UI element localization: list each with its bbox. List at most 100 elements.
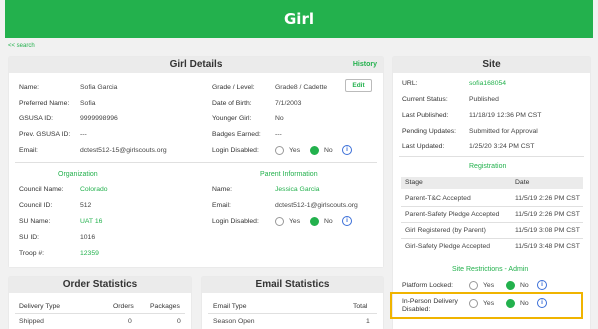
info-icon[interactable]: i — [537, 280, 547, 290]
parent-login-yes-label: Yes — [289, 218, 301, 225]
badges-value: --- — [275, 131, 282, 138]
parent-email-value: dctest512-1@girlscouts.org — [275, 202, 358, 209]
divider — [401, 222, 583, 223]
login-disabled-no-label: No — [324, 147, 333, 154]
council-name-label: Council Name: — [19, 186, 64, 193]
parent-login-disabled-label: Login Disabled: — [212, 218, 259, 225]
organization-title: Organization — [58, 171, 98, 178]
inperson-delivery-yes-radio[interactable] — [469, 299, 478, 308]
divider — [399, 156, 584, 157]
pending-updates-label: Pending Updates: — [402, 128, 457, 135]
table-row: 0 — [177, 318, 181, 325]
inperson-delivery-yes-label: Yes — [483, 300, 495, 307]
site-restrictions-title: Site Restrictions - Admin — [452, 266, 529, 273]
info-icon[interactable]: i — [342, 216, 352, 226]
email-value: dctest512-15@girlscouts.org — [80, 147, 167, 154]
su-id-value: 1016 — [80, 234, 96, 241]
pending-updates-value: Submitted for Approval — [469, 128, 538, 135]
council-id-value: 512 — [80, 202, 92, 209]
info-icon[interactable]: i — [342, 145, 352, 155]
site-title: Site — [393, 57, 590, 73]
site-url-link[interactable]: sofia168054 — [469, 80, 506, 87]
younger-girl-value: No — [275, 115, 284, 122]
table-row: 11/5/19 2:26 PM CST — [515, 211, 580, 218]
info-icon[interactable]: i — [537, 298, 547, 308]
col-total: Total — [353, 303, 368, 310]
divider — [208, 313, 377, 314]
troop-label: Troop #: — [19, 250, 45, 257]
preferred-name-label: Preferred Name: — [19, 100, 70, 107]
col-date: Date — [515, 179, 530, 186]
table-row: 0 — [128, 318, 132, 325]
preferred-name-value: Sofia — [80, 100, 96, 107]
order-stats-title: Order Statistics — [9, 277, 191, 293]
table-row: Parent-T&C Accepted — [405, 195, 471, 202]
divider — [15, 162, 377, 163]
parent-email-label: Email: — [212, 202, 231, 209]
col-stage: Stage — [405, 179, 423, 186]
girl-details-title: Girl Details — [9, 57, 383, 73]
page-title: Girl — [284, 10, 314, 28]
col-email-type: Email Type — [213, 303, 247, 310]
council-name-link[interactable]: Colorado — [80, 186, 108, 193]
troop-link[interactable]: 12359 — [80, 250, 99, 257]
login-disabled-label: Login Disabled: — [212, 147, 259, 154]
table-row: 11/5/19 2:26 PM CST — [515, 195, 580, 202]
platform-locked-no-radio[interactable] — [506, 281, 515, 290]
badges-label: Badges Earned: — [212, 131, 261, 138]
edit-button[interactable]: Edit — [345, 79, 372, 92]
dob-value: 7/1/2003 — [275, 100, 302, 107]
younger-girl-label: Younger Girl: — [212, 115, 252, 122]
council-id-label: Council ID: — [19, 202, 53, 209]
su-id-label: SU ID: — [19, 234, 40, 241]
platform-locked-no-label: No — [520, 282, 529, 289]
platform-locked-label: Platform Locked: — [402, 282, 453, 289]
dob-label: Date of Birth: — [212, 100, 252, 107]
parent-name-link[interactable]: Jessica Garcia — [275, 186, 320, 193]
table-row: 11/5/19 3:08 PM CST — [515, 227, 580, 234]
email-label: Email: — [19, 147, 38, 154]
registration-table-header — [401, 177, 583, 189]
divider — [15, 313, 185, 314]
su-name-link[interactable]: UAT 16 — [80, 218, 102, 225]
divider — [401, 238, 583, 239]
platform-locked-yes-label: Yes — [483, 282, 495, 289]
parent-login-yes-radio[interactable] — [275, 217, 284, 226]
current-status-label: Current Status: — [402, 96, 448, 103]
login-disabled-yes-label: Yes — [289, 147, 301, 154]
url-label: URL: — [402, 80, 418, 87]
prev-gsusa-id-value: --- — [80, 131, 87, 138]
page-header: Girl — [5, 0, 593, 38]
inperson-delivery-no-radio[interactable] — [506, 299, 515, 308]
name-value: Sofia Garcia — [80, 84, 118, 91]
login-disabled-no-radio[interactable] — [310, 146, 319, 155]
divider — [401, 206, 583, 207]
inperson-delivery-no-label: No — [520, 300, 529, 307]
prev-gsusa-id-label: Prev. GSUSA ID: — [19, 131, 71, 138]
inperson-delivery-label: In-Person Delivery Disabled: — [402, 298, 458, 313]
registration-title: Registration — [469, 163, 507, 170]
history-link[interactable]: History — [353, 57, 377, 73]
table-row: Girl Registered (by Parent) — [405, 227, 486, 234]
email-stats-title: Email Statistics — [202, 277, 383, 293]
platform-locked-yes-radio[interactable] — [469, 281, 478, 290]
gsusa-id-value: 9999998996 — [80, 115, 118, 122]
parent-login-no-radio[interactable] — [310, 217, 319, 226]
table-row: Season Open — [213, 318, 255, 325]
grade-value: Grade8 / Cadette — [275, 84, 328, 91]
gsusa-id-label: GSUSA ID: — [19, 115, 53, 122]
table-row: Girl-Safety Pledge Accepted — [405, 243, 491, 250]
last-updated-label: Last Updated: — [402, 143, 445, 150]
table-row: 11/5/19 3:48 PM CST — [515, 243, 580, 250]
col-delivery-type: Delivery Type — [19, 303, 61, 310]
back-to-search-link[interactable]: << search — [8, 43, 35, 49]
grade-label: Grade / Level: — [212, 84, 255, 91]
su-name-label: SU Name: — [19, 218, 51, 225]
last-published-value: 11/18/19 12:36 PM CST — [469, 112, 542, 119]
col-packages: Packages — [150, 303, 180, 310]
last-updated-value: 1/25/20 3:24 PM CST — [469, 143, 535, 150]
name-label: Name: — [19, 84, 40, 91]
parent-info-title: Parent Information — [260, 171, 318, 178]
table-row: Parent-Safety Pledge Accepted — [405, 211, 500, 218]
login-disabled-yes-radio[interactable] — [275, 146, 284, 155]
